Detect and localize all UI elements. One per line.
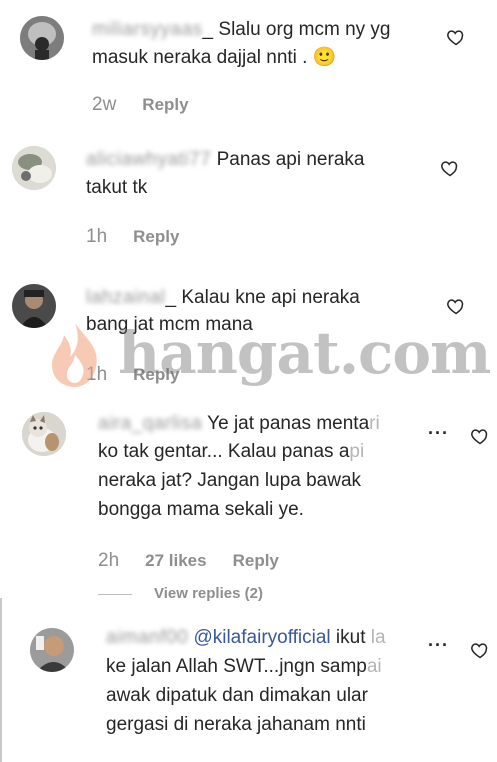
username-link[interactable]: miliarsyyaas: [92, 16, 203, 44]
mention-link[interactable]: @kilafairyofficial: [193, 627, 330, 648]
more-options-icon[interactable]: ...: [428, 418, 449, 439]
comment-text-continued: bongga mama sekali ye.: [98, 499, 304, 520]
comment-age[interactable]: 1h: [86, 364, 107, 385]
likes-count[interactable]: 27 likes: [145, 551, 206, 570]
reply-button[interactable]: Reply: [142, 95, 188, 114]
comment-age[interactable]: 2w: [92, 94, 116, 115]
comment-meta: 1h Reply: [86, 226, 179, 248]
username-link[interactable]: aimanf00: [106, 624, 188, 652]
comment-text: aira_qarlisa Ye jat panas mentari: [98, 410, 380, 438]
comment-text-continued: takut tk: [86, 177, 148, 198]
avatar[interactable]: [12, 284, 56, 328]
comment-text: aimanf00 @kilafairyofficial ikut la: [106, 624, 386, 652]
thread-line: [0, 598, 2, 762]
comment-text-continued: ko tak gentar... Kalau panas api: [98, 441, 365, 462]
comment-text-continued: awak dipatuk dan dimakan ular: [106, 685, 368, 706]
username-link[interactable]: aira_qarlisa: [98, 410, 202, 438]
smile-emoji: 🙂: [312, 47, 337, 68]
comment-age[interactable]: 2h: [98, 550, 119, 571]
like-heart-icon[interactable]: [446, 296, 466, 316]
username-link[interactable]: aliciawhyati77: [86, 146, 211, 174]
username-link[interactable]: lahzainal: [86, 284, 166, 312]
reply-button[interactable]: Reply: [133, 227, 179, 246]
reply-button[interactable]: Reply: [233, 551, 279, 570]
like-heart-icon[interactable]: [470, 426, 490, 446]
avatar[interactable]: [20, 16, 64, 60]
comment-meta: 2w Reply: [92, 94, 189, 116]
comment-text: lahzainal_ Kalau kne api neraka: [86, 284, 360, 312]
comment-text-continued: ke jalan Allah SWT...jngn sampai: [106, 656, 382, 677]
comment-text: miliarsyyaas_ Slalu org mcm ny yg: [92, 16, 391, 44]
like-heart-icon[interactable]: [440, 158, 460, 178]
comment-text-continued: bang jat mcm mana: [86, 314, 253, 335]
like-heart-icon[interactable]: [470, 640, 490, 660]
reply-button[interactable]: Reply: [133, 365, 179, 384]
comment-text-continued: neraka jat? Jangan lupa bawak: [98, 470, 362, 491]
comment-text-continued: gergasi di neraka jahanam nnti: [106, 714, 366, 735]
more-options-icon[interactable]: ...: [428, 630, 449, 651]
comment-text: aliciawhyati77 Panas api neraka: [86, 146, 364, 174]
comment-meta: 1h Reply: [86, 364, 179, 386]
comment-text-continued: masuk neraka dajjal nnti . 🙂: [92, 47, 337, 68]
avatar[interactable]: [30, 628, 74, 672]
like-heart-icon[interactable]: [446, 27, 466, 47]
replies-divider: [98, 593, 132, 595]
comment-age[interactable]: 1h: [86, 226, 107, 247]
avatar[interactable]: [12, 146, 56, 190]
view-replies-button[interactable]: View replies (2): [98, 585, 263, 602]
avatar[interactable]: [22, 412, 66, 456]
comment-meta: 2h 27 likes Reply: [98, 550, 279, 572]
